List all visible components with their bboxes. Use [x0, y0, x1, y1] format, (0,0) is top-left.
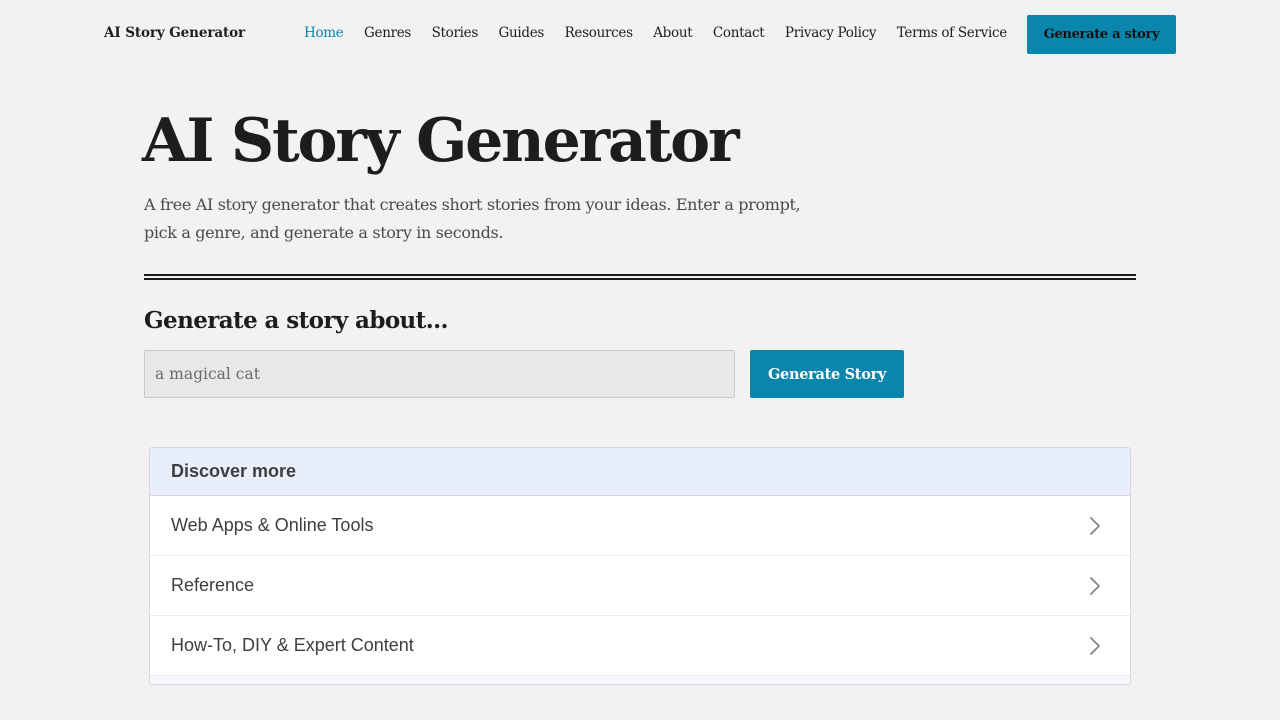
- chevron-right-icon: [1090, 516, 1100, 535]
- nav-link-stories[interactable]: Stories: [432, 25, 479, 41]
- discover-item-label: How-To, DIY & Expert Content: [171, 635, 414, 655]
- nav-link-genres[interactable]: Genres: [364, 25, 411, 41]
- discover-item-label: Web Apps & Online Tools: [171, 515, 374, 535]
- nav-link-contact[interactable]: Contact: [713, 25, 765, 41]
- discover-more-header: Discover more: [150, 448, 1130, 496]
- nav-link-resources[interactable]: Resources: [565, 25, 633, 41]
- form-heading: Generate a story about...: [144, 307, 449, 334]
- nav-link-guides[interactable]: Guides: [498, 25, 544, 41]
- section-divider: [144, 274, 1136, 280]
- discover-more-title: Discover more: [171, 461, 297, 481]
- discover-item-how-to[interactable]: How-To, DIY & Expert Content: [150, 616, 1130, 676]
- chevron-right-icon: [1090, 576, 1100, 595]
- discover-more-footer: [150, 676, 1130, 684]
- generate-story-button[interactable]: Generate Story: [750, 350, 904, 398]
- generate-a-story-button[interactable]: Generate a story: [1027, 15, 1176, 54]
- brand-link[interactable]: AI Story Generator: [104, 25, 245, 41]
- page-title: AI Story Generator: [142, 106, 740, 176]
- site-header: AI Story Generator Home Genres Stories G…: [0, 0, 1280, 70]
- nav-link-terms-of-service[interactable]: Terms of Service: [897, 25, 1008, 41]
- nav-list: Home Genres Stories Guides Resources Abo…: [304, 25, 1007, 41]
- nav-link-privacy-policy[interactable]: Privacy Policy: [785, 25, 877, 41]
- story-prompt-input[interactable]: [144, 350, 735, 398]
- page-description: A free AI story generator that creates s…: [144, 195, 801, 242]
- discover-item-label: Reference: [171, 575, 255, 595]
- chevron-right-icon: [1090, 636, 1100, 655]
- discover-item-web-apps[interactable]: Web Apps & Online Tools: [150, 496, 1130, 556]
- discover-item-reference[interactable]: Reference: [150, 556, 1130, 616]
- nav-link-home[interactable]: Home: [304, 25, 344, 41]
- nav-link-about[interactable]: About: [653, 25, 692, 41]
- discover-more-panel: Discover more Web Apps & Online Tools Re…: [149, 447, 1131, 685]
